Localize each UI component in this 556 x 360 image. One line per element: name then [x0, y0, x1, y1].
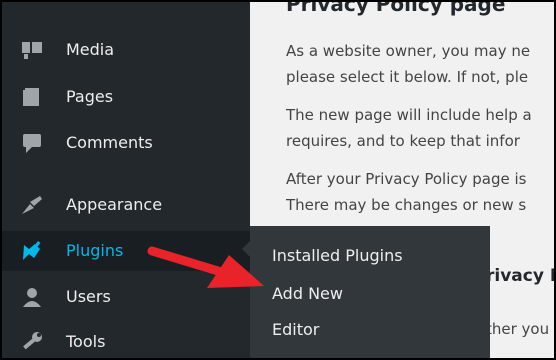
submenu-pointer [242, 241, 250, 257]
sidebar-item-pages[interactable]: Pages [2, 77, 250, 117]
submenu-item-editor[interactable]: Editor [272, 320, 319, 340]
sidebar-item-label: Plugins [66, 241, 124, 260]
sidebar-item-label: Users [66, 287, 111, 306]
pages-icon [20, 86, 44, 108]
appearance-icon [20, 194, 44, 216]
submenu-item-installed-plugins[interactable]: Installed Plugins [272, 246, 403, 266]
content-line-8: ther you [486, 320, 550, 338]
sidebar-item-comments[interactable]: Comments [2, 123, 250, 163]
content-line-1: As a website owner, you may ne [286, 42, 531, 60]
content-line-3: The new page will include help a [286, 106, 532, 124]
admin-sidebar: Media Pages Comments Appearance Plugins [2, 2, 250, 358]
sidebar-item-appearance[interactable]: Appearance [2, 185, 250, 225]
users-icon [20, 286, 44, 308]
sidebar-item-users[interactable]: Users [2, 277, 250, 317]
sidebar-item-label: Appearance [66, 195, 163, 214]
plugins-icon [20, 240, 44, 262]
sidebar-item-media[interactable]: Media [2, 30, 250, 70]
sidebar-item-label: Pages [66, 87, 114, 106]
sidebar-item-label: Comments [66, 133, 153, 152]
content-line-4: requires, and to keep that infor [286, 132, 520, 150]
page-heading: Privacy Policy page [286, 0, 506, 16]
sidebar-item-label: Media [66, 40, 115, 59]
section-heading-fragment: rivacy Po [486, 266, 554, 286]
content-line-5: After your Privacy Policy page is [286, 170, 527, 188]
media-icon [20, 39, 44, 61]
content-line-6: There may be changes or new s [286, 196, 527, 214]
screenshot-frame: Privacy Policy page As a website owner, … [0, 0, 556, 360]
sidebar-item-plugins[interactable]: Plugins [2, 231, 250, 271]
plugins-flyout-submenu: Installed Plugins Add New Editor [250, 226, 490, 358]
content-line-2: please select it below. If not, ple [286, 68, 529, 86]
comments-icon [20, 132, 44, 154]
tools-icon [20, 331, 44, 353]
sidebar-item-label: Tools [66, 332, 106, 351]
submenu-item-add-new[interactable]: Add New [272, 284, 343, 304]
sidebar-item-tools[interactable]: Tools [2, 322, 250, 358]
